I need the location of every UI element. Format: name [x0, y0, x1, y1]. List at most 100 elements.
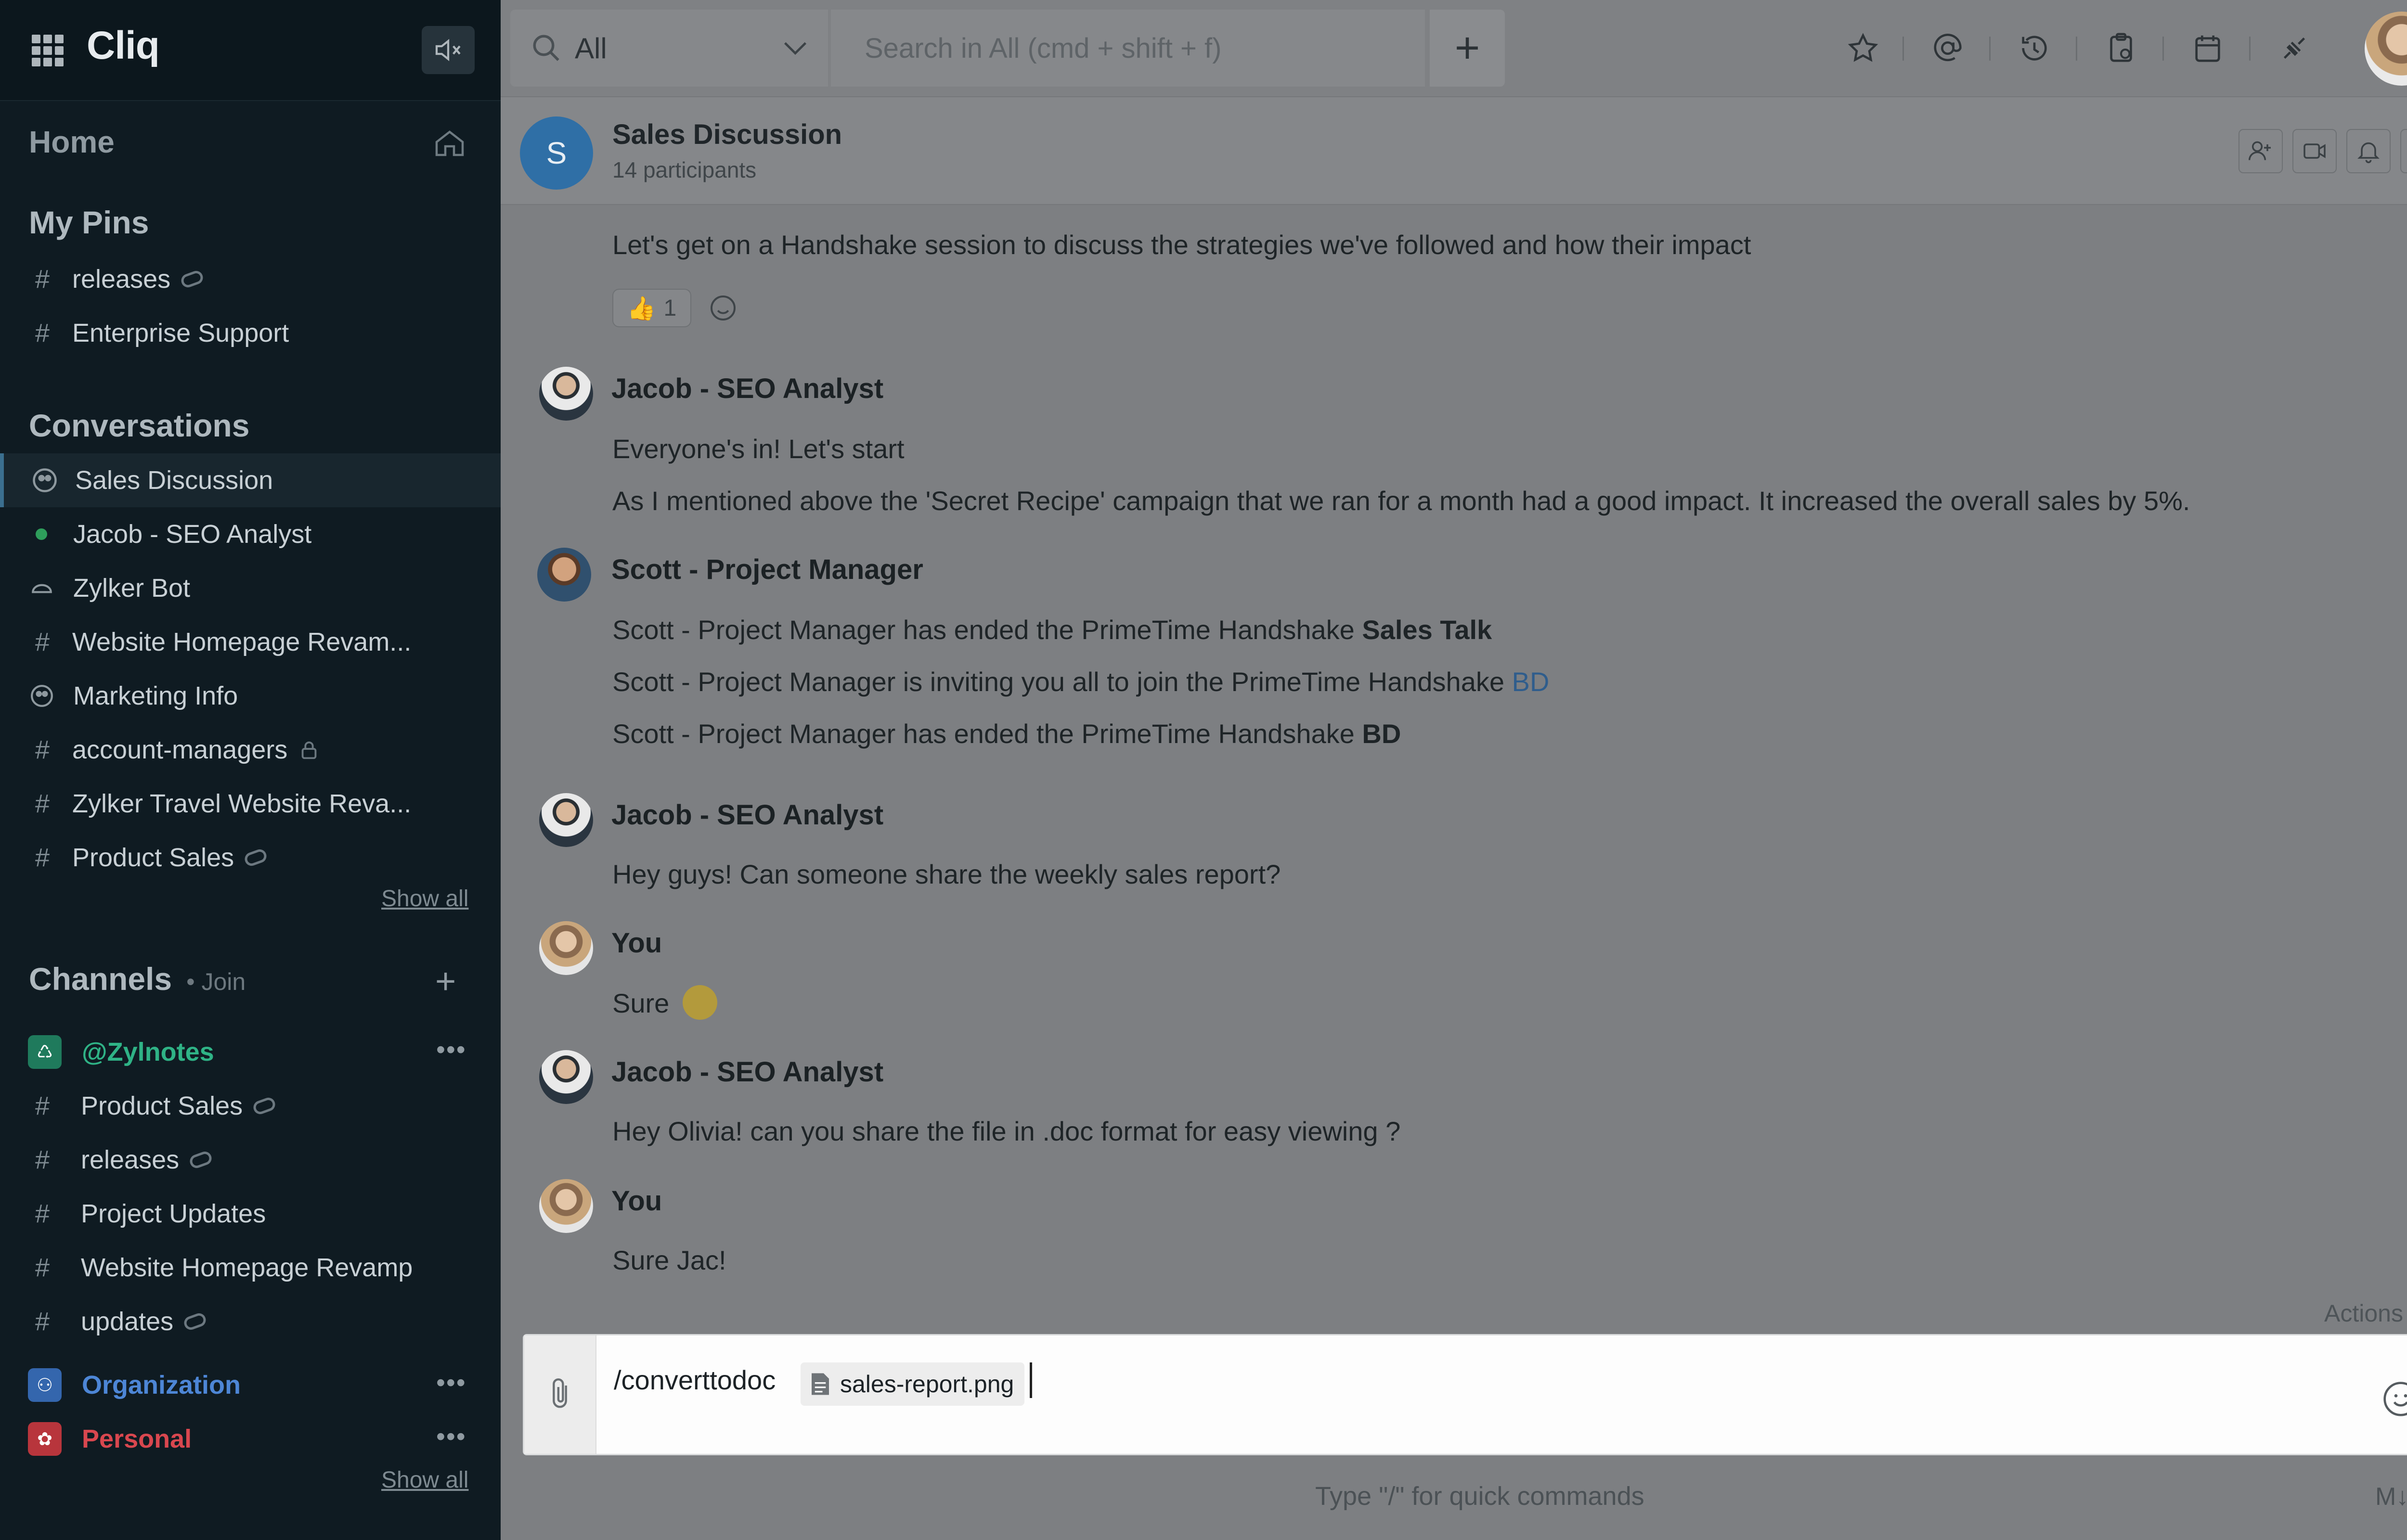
- top-bar: All +: [501, 0, 2407, 96]
- sender-name[interactable]: You: [611, 1185, 662, 1217]
- lock-icon: [301, 741, 317, 759]
- zylnotes-more-icon[interactable]: •••: [436, 1035, 466, 1065]
- conversation-jacob[interactable]: Jacob - SEO Analyst: [0, 507, 501, 561]
- clipboard-icon[interactable]: [2102, 29, 2140, 67]
- message-text: Sure Jac!: [612, 1245, 726, 1275]
- organization-icon: ⚇: [28, 1368, 62, 1402]
- cliq-app: Cliq Home My Pins # releases # Enterpris…: [0, 0, 2407, 1540]
- command-text[interactable]: /converttodoc: [614, 1364, 776, 1396]
- video-call-button[interactable]: [2292, 129, 2337, 173]
- chevron-down-icon: [784, 42, 807, 55]
- chat-title[interactable]: Sales Discussion: [612, 118, 842, 151]
- conversation-product-sales[interactable]: # Product Sales: [0, 831, 501, 885]
- emoji-icon[interactable]: [2381, 1380, 2407, 1418]
- file-icon: [812, 1373, 829, 1395]
- app-grid-icon[interactable]: [32, 35, 64, 66]
- message-composer[interactable]: /converttodoc sales-report.png: [523, 1334, 2407, 1455]
- markdown-toggle[interactable]: M↓: [2375, 1482, 2407, 1511]
- link-icon: [251, 1095, 277, 1116]
- organization-more-icon[interactable]: •••: [436, 1368, 466, 1398]
- conversation-marketing-info[interactable]: Marketing Info: [0, 669, 501, 723]
- participants-count[interactable]: 14 participants: [612, 157, 756, 183]
- avatar[interactable]: [539, 921, 593, 975]
- search-scope-dropdown[interactable]: All: [510, 10, 828, 87]
- add-channel-icon[interactable]: +: [435, 961, 456, 1001]
- at-icon[interactable]: [1928, 29, 1967, 67]
- hash-icon: #: [35, 1091, 50, 1120]
- channels-title: Channels • Join: [29, 961, 246, 997]
- close-chat-button[interactable]: [2400, 129, 2407, 173]
- hash-icon: #: [35, 265, 50, 294]
- chat-avatar[interactable]: S: [520, 116, 593, 190]
- add-reaction-icon[interactable]: [708, 293, 738, 323]
- divider: [1902, 37, 1904, 61]
- calendar-icon[interactable]: [2188, 29, 2227, 67]
- sender-name[interactable]: Scott - Project Manager: [611, 553, 923, 586]
- history-icon[interactable]: [2015, 29, 2054, 67]
- avatar[interactable]: [539, 367, 593, 421]
- avatar[interactable]: [539, 1050, 593, 1104]
- text-cursor: [1030, 1362, 1032, 1398]
- attachment-chip[interactable]: sales-report.png: [801, 1362, 1025, 1406]
- search-field[interactable]: [831, 10, 1425, 87]
- pin-item-enterprise-support[interactable]: # Enterprise Support: [0, 306, 501, 360]
- conversation-website-homepage[interactable]: # Website Homepage Revam...: [0, 615, 501, 669]
- new-chat-button[interactable]: +: [1430, 10, 1505, 87]
- link-icon: [182, 1311, 208, 1332]
- integrations-icon[interactable]: [2275, 29, 2314, 67]
- home-link[interactable]: Home: [29, 124, 115, 160]
- divider: [2162, 37, 2164, 61]
- user-avatar[interactable]: [2365, 12, 2407, 86]
- conversations-show-all-link[interactable]: Show all: [381, 886, 468, 912]
- online-dot-icon: [36, 528, 47, 540]
- zylnotes-icon: ♺: [28, 1035, 62, 1069]
- handshake-link[interactable]: BD: [1512, 667, 1550, 697]
- star-icon[interactable]: [1844, 29, 1882, 67]
- sender-name[interactable]: Jacob - SEO Analyst: [611, 372, 883, 405]
- bell-icon: [2357, 142, 2380, 164]
- channel-website-homepage-revamp[interactable]: # Website Homepage Revamp: [0, 1241, 501, 1295]
- message-text: Hey guys! Can someone share the weekly s…: [612, 859, 1281, 889]
- search-input[interactable]: [865, 32, 1394, 64]
- org-personal[interactable]: ✿ Personal: [0, 1412, 501, 1466]
- avatar[interactable]: [537, 548, 591, 602]
- message-text: Scott - Project Manager is inviting you …: [612, 667, 1550, 697]
- hash-icon: #: [35, 1199, 50, 1228]
- channel-project-updates[interactable]: # Project Updates: [0, 1187, 501, 1241]
- message-text: Hey Olivia! can you share the file in .d…: [612, 1116, 1401, 1146]
- quick-commands-hint: Type "/" for quick commands: [1315, 1482, 1644, 1511]
- channels-show-all-link[interactable]: Show all: [381, 1467, 468, 1493]
- channel-releases[interactable]: # releases: [0, 1133, 501, 1187]
- actions-menu[interactable]: Actions ⌄: [2324, 1299, 2407, 1327]
- conversation-zylker-bot[interactable]: Zylker Bot: [0, 561, 501, 615]
- pin-item-releases[interactable]: # releases: [0, 252, 501, 306]
- smile-emoji-icon: [683, 985, 718, 1020]
- hash-icon: #: [35, 789, 50, 818]
- avatar[interactable]: [539, 793, 593, 847]
- attach-button[interactable]: [524, 1335, 596, 1454]
- channel-updates[interactable]: # updates: [0, 1295, 501, 1348]
- channel-zylnotes[interactable]: ♺ @Zylnotes: [0, 1025, 501, 1079]
- chat-header: S Sales Discussion 14 participants: [501, 96, 2407, 205]
- mute-button[interactable]: [422, 26, 475, 74]
- sender-name[interactable]: Jacob - SEO Analyst: [611, 799, 883, 831]
- sender-name[interactable]: You: [611, 927, 662, 959]
- hash-icon: #: [35, 628, 50, 656]
- org-organization[interactable]: ⚇ Organization: [0, 1358, 501, 1412]
- conversation-sales-discussion[interactable]: Sales Discussion: [0, 453, 501, 507]
- channels-join-link[interactable]: • Join: [186, 968, 246, 995]
- avatar[interactable]: [539, 1179, 593, 1233]
- search-icon: [533, 35, 559, 61]
- personal-more-icon[interactable]: •••: [436, 1422, 466, 1451]
- notifications-button[interactable]: [2346, 129, 2391, 173]
- conversation-account-managers[interactable]: # account-managers: [0, 723, 501, 777]
- link-icon: [243, 847, 269, 868]
- message-list[interactable]: Let's get on a Handshake session to disc…: [501, 205, 2407, 1322]
- sender-name[interactable]: Jacob - SEO Analyst: [611, 1056, 883, 1088]
- add-participant-button[interactable]: [2239, 129, 2283, 173]
- reaction-thumbs-up[interactable]: 👍 1: [612, 289, 691, 327]
- conversation-zylker-travel[interactable]: # Zylker Travel Website Reva...: [0, 777, 501, 831]
- home-icon[interactable]: [432, 126, 467, 161]
- channel-product-sales[interactable]: # Product Sales: [0, 1079, 501, 1133]
- message-text: As I mentioned above the 'Secret Recipe'…: [612, 486, 2190, 516]
